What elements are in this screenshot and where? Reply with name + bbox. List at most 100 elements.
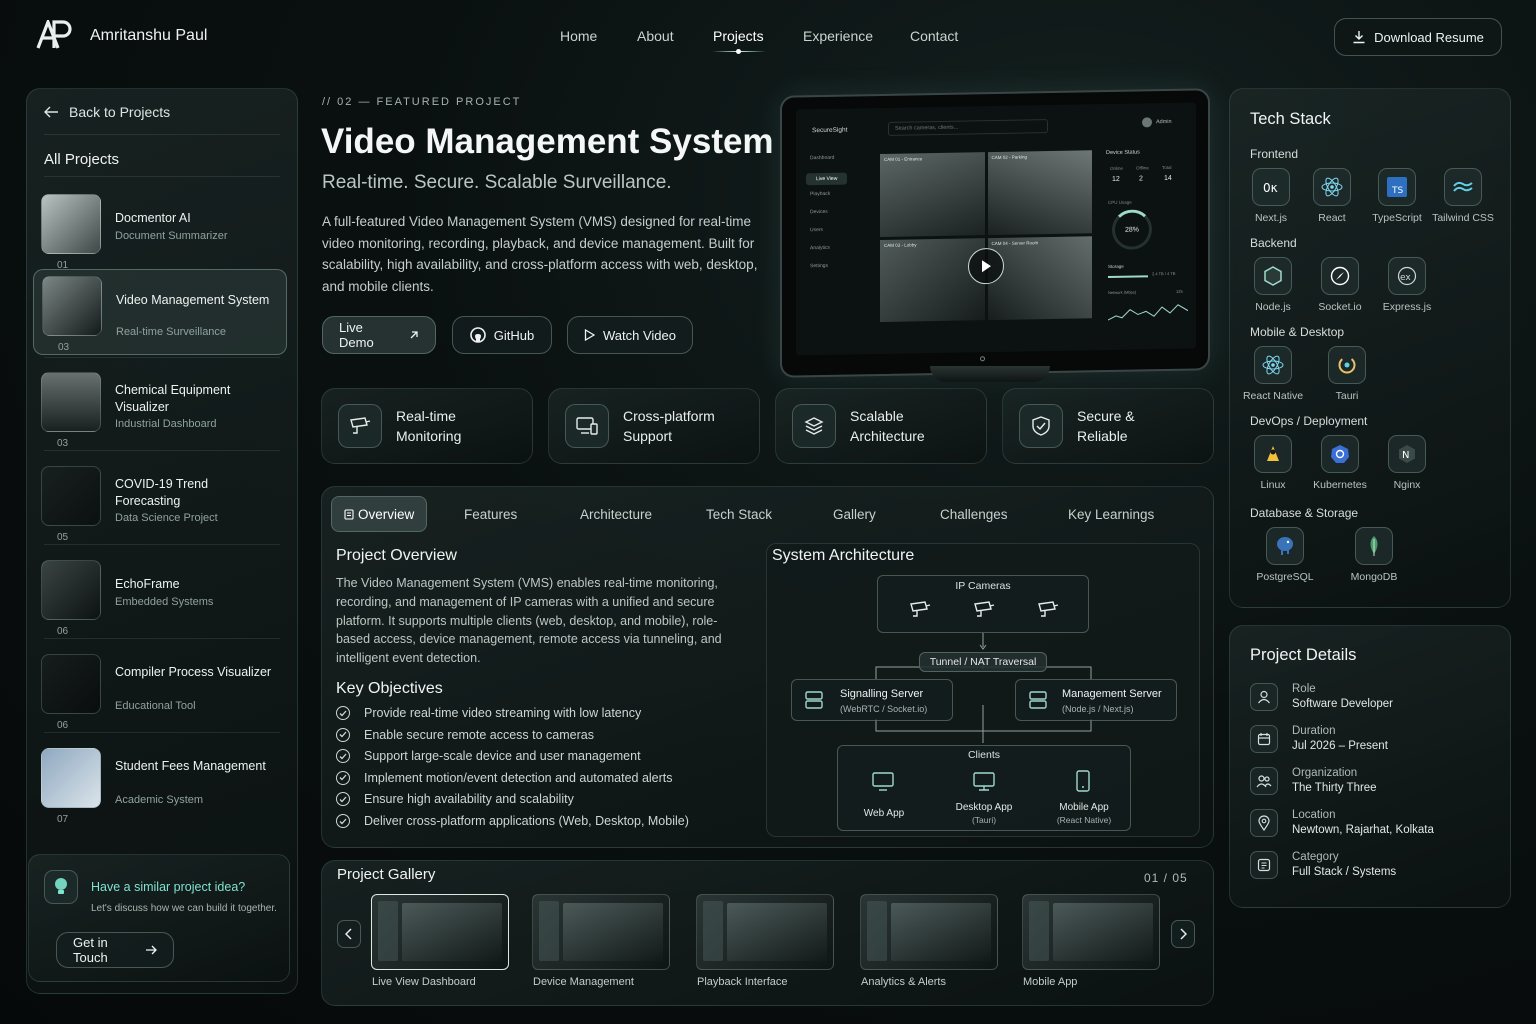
tab-features[interactable]: Features xyxy=(464,496,517,532)
gallery-counter: 01 / 05 xyxy=(1144,871,1188,885)
react-native-icon xyxy=(1254,346,1292,384)
tab-gallery[interactable]: Gallery xyxy=(833,496,876,532)
thumbnail-bar xyxy=(539,901,559,961)
download-resume-button[interactable]: Download Resume xyxy=(1334,18,1502,56)
tauri-icon xyxy=(1328,346,1366,384)
detail-row: Role Software Developer xyxy=(1250,683,1393,711)
tab-key-learnings[interactable]: Key Learnings xyxy=(1068,496,1154,532)
tab-overview[interactable]: Overview xyxy=(331,496,428,532)
nav-projects[interactable]: Projects xyxy=(713,28,764,44)
project-subtitle: Embedded Systems xyxy=(115,596,214,608)
camera-feed: CAM 03 - Lobby xyxy=(880,237,985,323)
logo[interactable] xyxy=(36,20,72,50)
nav-contact[interactable]: Contact xyxy=(910,28,958,44)
project-number: 03 xyxy=(57,438,69,449)
status-label: Online xyxy=(1110,165,1124,171)
tech-item: Node.js xyxy=(1238,257,1308,313)
project-item[interactable]: 07 Student Fees Management Academic System xyxy=(33,742,279,828)
tech-item: Tauri xyxy=(1312,346,1382,402)
management-server-label: Management Server xyxy=(1062,688,1162,700)
arrow-right-icon xyxy=(145,945,157,955)
check-circle-icon xyxy=(336,706,350,720)
project-number: 05 xyxy=(57,532,69,543)
tab-label: Features xyxy=(464,506,518,522)
nav-about[interactable]: About xyxy=(637,28,674,44)
gallery-thumbnail[interactable] xyxy=(696,894,834,970)
gallery-thumbnail[interactable] xyxy=(1022,894,1160,970)
tech-label: Node.js xyxy=(1255,301,1291,313)
gallery-thumbnail[interactable] xyxy=(532,894,670,970)
project-item[interactable]: 03 Video Management System Real-time Surve… xyxy=(33,269,287,355)
project-item[interactable]: 06 EchoFrame Embedded Systems xyxy=(33,554,279,640)
gallery-prev-button[interactable] xyxy=(337,920,361,948)
detail-value: Full Stack / Systems xyxy=(1292,866,1397,878)
thumbnail-content xyxy=(402,903,502,961)
layers-icon xyxy=(792,404,836,448)
tab-architecture[interactable]: Architecture xyxy=(580,496,652,532)
detail-key: Role xyxy=(1292,683,1316,695)
signalling-server-label: Signalling Server xyxy=(840,688,924,700)
project-title: Student Fees Management xyxy=(115,759,266,773)
gallery-thumbnail[interactable] xyxy=(371,894,509,970)
tab-challenges[interactable]: Challenges xyxy=(940,496,1008,532)
network-sparkline xyxy=(1108,304,1188,321)
feature-card-scalable: Scalable Architecture xyxy=(775,388,987,464)
react-icon xyxy=(1313,168,1351,206)
clients-label: Clients xyxy=(967,749,1001,761)
chevron-left-icon xyxy=(345,928,352,940)
back-to-projects-link[interactable]: Back to Projects xyxy=(44,104,170,120)
check-circle-icon xyxy=(336,727,350,742)
feature-label: Real-time Monitoring xyxy=(396,408,462,444)
project-item[interactable]: 01 Docmentor AI Document Summarizer xyxy=(33,188,279,274)
download-icon xyxy=(1352,30,1366,44)
divider xyxy=(44,450,280,451)
tab-tech-stack[interactable]: Tech Stack xyxy=(706,496,772,532)
document-icon xyxy=(344,508,354,520)
nav-experience[interactable]: Experience xyxy=(803,28,873,44)
avatar xyxy=(1142,117,1152,128)
eyebrow: // 02 — FEATURED PROJECT xyxy=(322,96,522,108)
gallery-thumbnail[interactable] xyxy=(860,894,998,970)
cpu-label: CPU Usage xyxy=(1108,199,1132,206)
dashboard-mockup-monitor: SecureSight Search cameras, clients... A… xyxy=(780,88,1210,378)
check-circle-icon xyxy=(336,770,350,785)
node-js-icon xyxy=(1254,257,1292,295)
storage-value: 2.4 TB / 4 TB xyxy=(1152,270,1176,277)
project-subtitle: Educational Tool xyxy=(115,700,196,712)
gallery-next-button[interactable] xyxy=(1171,920,1195,948)
arrow-left-icon xyxy=(44,106,59,118)
thumbnail-content xyxy=(563,903,663,961)
project-item[interactable]: 03 Chemical Equipment Visualizer Industria… xyxy=(33,366,279,452)
detail-row: Category Full Stack / Systems xyxy=(1250,851,1396,879)
cctv-camera-icon xyxy=(338,404,382,448)
nav-home[interactable]: Home xyxy=(560,28,597,44)
thumbnail-bar xyxy=(703,901,723,961)
mockup-user: Admin xyxy=(1156,118,1172,126)
tech-item: TS TypeScript xyxy=(1362,168,1432,224)
get-in-touch-button[interactable]: Get in Touch xyxy=(56,932,174,968)
project-item[interactable]: 05 COVID-19 Trend Forecasting Data Science… xyxy=(33,460,279,546)
feature-label: Secure & Reliable xyxy=(1077,408,1135,444)
tab-label: Gallery xyxy=(833,506,876,522)
camera-feed: CAM 01 - Entrance xyxy=(880,152,985,237)
nginx-icon: N xyxy=(1388,435,1426,473)
objective-text: Ensure high availability and scalability xyxy=(364,792,574,807)
thumbnail-bar xyxy=(867,901,887,961)
tab-label: Overview xyxy=(358,506,415,522)
mockup-app-name: SecureSight xyxy=(812,126,848,135)
project-thumbnail xyxy=(41,654,101,714)
gallery-label: Analytics & Alerts xyxy=(861,976,946,988)
project-item[interactable]: 06 Compiler Process Visualizer Educational… xyxy=(33,648,279,734)
svg-text:TS: TS xyxy=(1391,186,1403,196)
network-label: Network (Mbps) xyxy=(1108,289,1137,296)
project-title: Video Management System xyxy=(321,122,774,161)
github-button[interactable]: GitHub xyxy=(452,316,552,354)
express-js-icon: ex xyxy=(1388,257,1426,295)
monitor-power-dot xyxy=(980,356,985,362)
feature-card-secure: Secure & Reliable xyxy=(1002,388,1214,464)
watch-video-button[interactable]: Watch Video xyxy=(567,316,693,354)
live-demo-button[interactable]: Live Demo xyxy=(322,316,436,354)
mockup-menu-item: Devices xyxy=(810,208,828,216)
project-subtitle: Document Summarizer xyxy=(115,230,228,242)
project-number: 03 xyxy=(58,342,70,353)
